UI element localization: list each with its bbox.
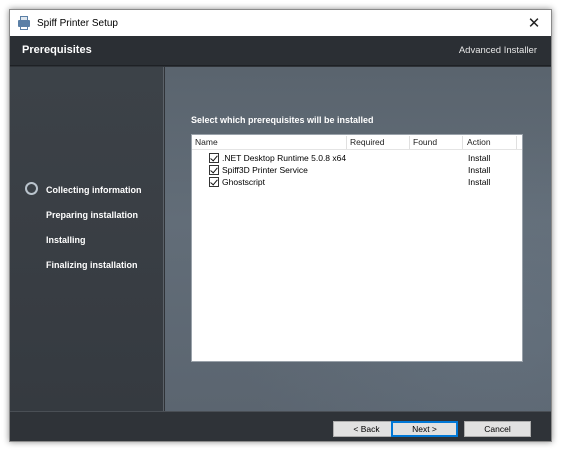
step-collecting-information: Collecting information	[46, 185, 142, 195]
current-step-circle-icon	[25, 182, 38, 195]
steps-sidebar: Collecting information Preparing install…	[10, 67, 164, 411]
step-installing: Installing	[46, 235, 86, 245]
prerequisite-name: .NET Desktop Runtime 5.0.8 x64	[222, 153, 347, 163]
column-header-name[interactable]: Name	[192, 135, 344, 150]
list-header: Name Required Found Action	[192, 135, 522, 150]
window-title: Spiff Printer Setup	[37, 17, 118, 29]
cancel-button[interactable]: Cancel	[464, 421, 531, 437]
checkbox-checked-icon[interactable]	[209, 153, 219, 163]
list-item[interactable]: Ghostscript Install	[192, 176, 522, 188]
prerequisite-name: Ghostscript	[222, 177, 265, 187]
prerequisite-action: Install	[468, 177, 491, 187]
checkbox-checked-icon[interactable]	[209, 177, 219, 187]
column-header-required[interactable]: Required	[347, 135, 409, 150]
instruction-text: Select which prerequisites will be insta…	[191, 115, 374, 125]
brand-label: Advanced Installer	[458, 45, 537, 56]
list-item[interactable]: .NET Desktop Runtime 5.0.8 x64 Install	[192, 152, 522, 164]
close-icon[interactable]: ✕	[517, 10, 551, 36]
prerequisites-list[interactable]: Name Required Found Action .NET Desktop …	[191, 134, 523, 362]
prerequisite-name: Spiff3D Printer Service	[222, 165, 308, 175]
list-item[interactable]: Spiff3D Printer Service Install	[192, 164, 522, 176]
title-bar: Spiff Printer Setup ✕	[10, 10, 551, 36]
main-content: Select which prerequisites will be insta…	[165, 67, 551, 411]
page-title: Prerequisites	[22, 44, 92, 56]
page-header: Prerequisites Advanced Installer	[10, 36, 551, 66]
checkbox-checked-icon[interactable]	[209, 165, 219, 175]
button-bar: < Back Next > Cancel	[10, 411, 551, 441]
back-button[interactable]: < Back	[333, 421, 400, 437]
step-preparing-installation: Preparing installation	[46, 210, 139, 220]
next-button[interactable]: Next >	[391, 421, 458, 437]
column-header-found[interactable]: Found	[410, 135, 462, 150]
printer-icon	[17, 16, 31, 30]
prerequisite-action: Install	[468, 153, 491, 163]
prerequisite-action: Install	[468, 165, 491, 175]
step-finalizing-installation: Finalizing installation	[46, 260, 138, 270]
column-header-action[interactable]: Action	[464, 135, 514, 150]
installer-window: Spiff Printer Setup ✕ Prerequisites Adva…	[9, 9, 552, 442]
